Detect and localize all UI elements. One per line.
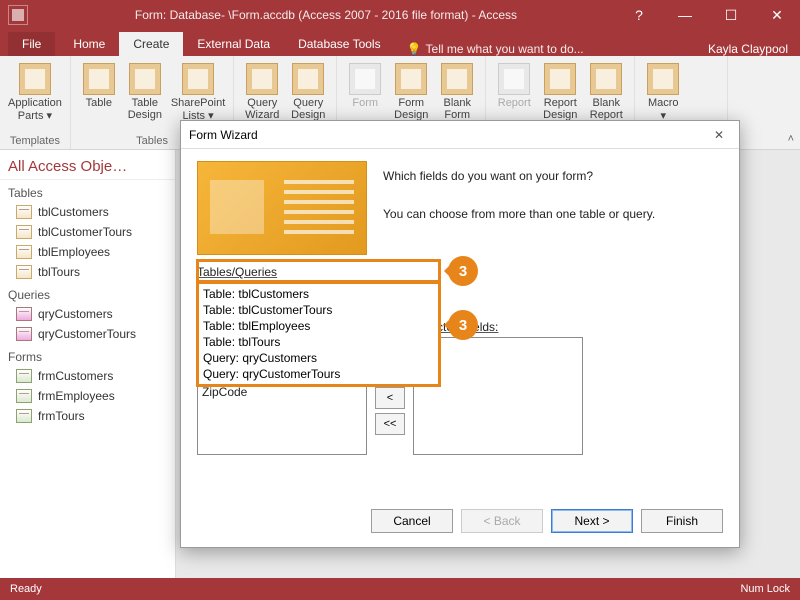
table-icon	[16, 265, 32, 279]
status-left: Ready	[10, 583, 42, 595]
ribbon-blankform-button[interactable]: BlankForm	[437, 60, 477, 121]
ribbon-group-templates: ApplicationParts ▾ Templates	[0, 56, 71, 149]
tell-me[interactable]: 💡 Tell me what you want to do...	[407, 42, 584, 56]
query-icon	[246, 63, 278, 95]
ribbon-tabledesign-button[interactable]: TableDesign	[125, 60, 165, 122]
next-button[interactable]: Next >	[551, 509, 633, 533]
tab-home[interactable]: Home	[59, 32, 119, 56]
wizard-title: Form Wizard	[189, 128, 258, 142]
form-icon	[395, 63, 427, 95]
callout-badge-3a: 3	[448, 256, 478, 286]
nav-section-tables[interactable]: Tables	[0, 180, 175, 202]
nav-section-queries[interactable]: Queries	[0, 282, 175, 304]
callout-badge-3b: 3	[448, 310, 478, 340]
form-icon	[16, 409, 32, 423]
dropdown-option[interactable]: Table: tblTours	[203, 334, 434, 350]
nav-item-tbltours[interactable]: tblTours	[0, 262, 175, 282]
cancel-button[interactable]: Cancel	[371, 509, 453, 533]
signed-in-user[interactable]: Kayla Claypool	[708, 42, 788, 56]
wizard-close-icon[interactable]: ✕	[707, 128, 731, 142]
ribbon-blankreport-button[interactable]: BlankReport	[586, 60, 626, 121]
ribbon-form-button: Form	[345, 60, 385, 121]
nav-item-qrycustomers[interactable]: qryCustomers	[0, 304, 175, 324]
callout-highlight-combo	[196, 259, 441, 283]
collapse-ribbon-icon[interactable]: ˄	[788, 133, 794, 145]
access-app-icon	[8, 5, 28, 25]
status-bar: Ready Num Lock	[0, 578, 800, 600]
report-icon	[544, 63, 576, 95]
remove-field-button[interactable]: <	[375, 387, 405, 409]
tab-external-data[interactable]: External Data	[183, 32, 284, 56]
tab-create[interactable]: Create	[119, 32, 183, 56]
form-icon	[16, 369, 32, 383]
tab-database-tools[interactable]: Database Tools	[284, 32, 395, 56]
table-icon	[16, 245, 32, 259]
nav-title[interactable]: All Access Obje…	[0, 154, 175, 180]
nav-item-frmcustomers[interactable]: frmCustomers	[0, 366, 175, 386]
nav-item-qrycustomertours[interactable]: qryCustomerTours	[0, 324, 175, 344]
ribbon-querydesign-button[interactable]: QueryDesign	[288, 60, 328, 121]
tab-file[interactable]: File	[8, 32, 55, 56]
form-icon	[349, 63, 381, 95]
finish-button[interactable]: Finish	[641, 509, 723, 533]
table-icon	[16, 205, 32, 219]
dropdown-option[interactable]: Query: qryCustomerTours	[203, 366, 434, 382]
ribbon-group-label: Templates	[8, 135, 62, 147]
close-button[interactable]: ✕	[754, 0, 800, 30]
navigation-pane: All Access Obje… TablestblCustomerstblCu…	[0, 150, 176, 578]
remove-all-button[interactable]: <<	[375, 413, 405, 435]
wizard-banner-art	[197, 161, 367, 255]
minimize-button[interactable]: —	[662, 0, 708, 30]
wizard-titlebar: Form Wizard ✕	[181, 121, 739, 149]
report-icon	[498, 63, 530, 95]
dropdown-option[interactable]: Table: tblCustomerTours	[203, 302, 434, 318]
ribbon-tabs: File Home Create External Data Database …	[0, 30, 800, 56]
nav-item-frmtours[interactable]: frmTours	[0, 406, 175, 426]
dropdown-option[interactable]: Table: tblEmployees	[203, 318, 434, 334]
ribbon-formdesign-button[interactable]: FormDesign	[391, 60, 431, 121]
wizard-intro-text: Which fields do you want on your form? Y…	[383, 161, 723, 255]
ribbon-reportdesign-button[interactable]: ReportDesign	[540, 60, 580, 121]
titlebar: Form: Database- \Form.accdb (Access 2007…	[0, 0, 800, 30]
nav-item-tblcustomertours[interactable]: tblCustomerTours	[0, 222, 175, 242]
nav-item-tblemployees[interactable]: tblEmployees	[0, 242, 175, 262]
ribbon-macro--button[interactable]: Macro▾	[643, 60, 683, 122]
tables-queries-dropdown[interactable]: Table: tblCustomersTable: tblCustomerTou…	[196, 281, 441, 387]
query-icon	[16, 327, 32, 341]
table-icon	[83, 63, 115, 95]
blank-icon	[441, 63, 473, 95]
nav-item-tblcustomers[interactable]: tblCustomers	[0, 202, 175, 222]
wizard-question-1: Which fields do you want on your form?	[383, 167, 723, 186]
window-title: Form: Database- \Form.accdb (Access 2007…	[36, 8, 616, 22]
blank-icon	[590, 63, 622, 95]
dropdown-option[interactable]: Query: qryCustomers	[203, 350, 434, 366]
back-button: < Back	[461, 509, 543, 533]
table-icon	[129, 63, 161, 95]
application-icon	[19, 63, 51, 95]
query-icon	[16, 307, 32, 321]
nav-section-forms[interactable]: Forms	[0, 344, 175, 366]
dropdown-option[interactable]: Table: tblCustomers	[203, 286, 434, 302]
ribbon-applicationparts--button[interactable]: ApplicationParts ▾	[8, 60, 62, 122]
wizard-question-2: You can choose from more than one table …	[383, 205, 723, 224]
sharepoint-icon	[182, 63, 214, 95]
help-button[interactable]: ?	[616, 0, 662, 30]
macro-icon	[647, 63, 679, 95]
table-icon	[16, 225, 32, 239]
status-numlock: Num Lock	[740, 583, 790, 595]
field-option[interactable]: ZipCode	[202, 385, 362, 400]
lightbulb-icon: 💡	[407, 42, 422, 56]
ribbon-sharepointlists--button[interactable]: SharePointLists ▾	[171, 60, 225, 122]
query-icon	[292, 63, 324, 95]
ribbon-report-button: Report	[494, 60, 534, 121]
tell-me-label: Tell me what you want to do...	[426, 42, 584, 56]
ribbon-table-button[interactable]: Table	[79, 60, 119, 122]
maximize-button[interactable]: ☐	[708, 0, 754, 30]
nav-item-frmemployees[interactable]: frmEmployees	[0, 386, 175, 406]
form-icon	[16, 389, 32, 403]
ribbon-querywizard-button[interactable]: QueryWizard	[242, 60, 282, 121]
